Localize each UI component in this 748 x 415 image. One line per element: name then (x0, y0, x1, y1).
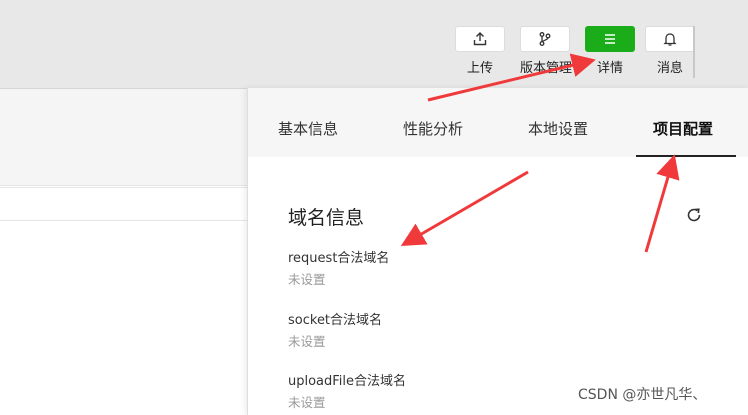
upload-icon (455, 26, 505, 52)
watermark: CSDN @亦世凡华、 (578, 387, 707, 403)
socket-domain-label: socket合法域名 (288, 313, 383, 328)
upload-label: 上传 (466, 61, 493, 76)
details-label: 详情 (596, 61, 623, 76)
details-button[interactable]: 详情 (585, 26, 635, 76)
editor-area (0, 89, 248, 415)
request-domain-label: request合法域名 (288, 251, 390, 266)
upload-button[interactable]: 上传 (455, 26, 505, 76)
toolbar-separator (693, 26, 695, 78)
bell-icon (645, 26, 695, 52)
socket-domain-value: 未设置 (288, 334, 326, 349)
toolbar: 上传 版本管理 详情 消息 (0, 0, 748, 89)
section-title: 域名信息 (288, 207, 365, 229)
request-domain-value: 未设置 (288, 272, 326, 287)
tab-bar: 基本信息 性能分析 本地设置 项目配置 (248, 88, 748, 157)
refresh-icon[interactable] (684, 205, 704, 225)
details-panel: 基本信息 性能分析 本地设置 项目配置 域名信息 request合法域名 未设置… (247, 88, 748, 415)
tab-basic-info[interactable]: 基本信息 (278, 118, 338, 139)
tab-performance[interactable]: 性能分析 (403, 118, 463, 139)
tab-project-config[interactable]: 项目配置 (653, 118, 713, 139)
active-tab-indicator (636, 155, 736, 157)
editor-header (0, 89, 248, 186)
editor-divider (0, 187, 248, 188)
tab-local-settings[interactable]: 本地设置 (528, 118, 588, 139)
list-icon (585, 26, 635, 52)
upload-domain-label: uploadFile合法域名 (288, 374, 407, 389)
editor-divider (0, 220, 248, 221)
version-manage-label: 版本管理 (520, 61, 573, 76)
branch-icon (520, 26, 570, 52)
messages-button[interactable]: 消息 (645, 26, 695, 76)
upload-domain-value: 未设置 (288, 395, 326, 410)
version-manage-button[interactable]: 版本管理 (520, 26, 573, 76)
messages-label: 消息 (656, 61, 683, 76)
